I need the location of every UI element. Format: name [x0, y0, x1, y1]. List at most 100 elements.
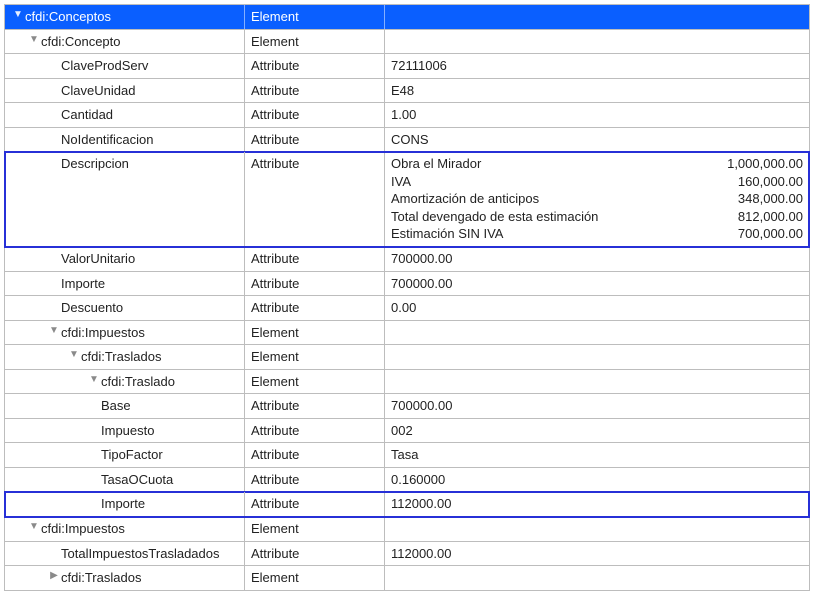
- chevron-down-icon[interactable]: ▼: [89, 373, 99, 386]
- xml-tree-table[interactable]: ▼cfdi:ConceptosElement▼cfdi:ConceptoElem…: [4, 4, 810, 591]
- tree-row-descripcion[interactable]: ▼Descripcion Attribute Obra el Mirador1,00…: [5, 152, 809, 247]
- tree-cell-type: Attribute: [245, 272, 385, 296]
- tree-cell-type: Attribute: [245, 394, 385, 418]
- tree-row-imp_root[interactable]: ▼cfdi:ImpuestosElement: [5, 517, 809, 542]
- node-name: Cantidad: [61, 106, 113, 124]
- chevron-right-icon[interactable]: ▶: [49, 569, 59, 582]
- node-type: Element: [251, 348, 299, 366]
- tree-cell-type: Element: [245, 370, 385, 394]
- description-line: Obra el Mirador1,000,000.00: [391, 155, 803, 173]
- node-value: 700000.00: [391, 397, 452, 415]
- node-type: Attribute: [251, 471, 299, 489]
- tree-cell-value: CONS: [385, 128, 809, 152]
- node-value: 0.00: [391, 299, 416, 317]
- tree-cell-value: 700000.00: [385, 272, 809, 296]
- tree-row-totalimp[interactable]: ▼TotalImpuestosTrasladados Attribute 11200…: [5, 542, 809, 567]
- description-line: IVA160,000.00: [391, 173, 803, 191]
- node-value: 0.160000: [391, 471, 445, 489]
- tree-row-traslados_concepto[interactable]: ▼cfdi:Traslados Element: [5, 345, 809, 370]
- tree-row-conceptos[interactable]: ▼cfdi:ConceptosElement: [5, 5, 809, 30]
- tree-cell-type: Element: [245, 30, 385, 54]
- node-value: 112000.00: [391, 495, 452, 513]
- node-value: 112000.00: [391, 545, 452, 563]
- tree-row-cantidad[interactable]: ▼CantidadAttribute1.00: [5, 103, 809, 128]
- tree-cell-name[interactable]: ▼Impuesto: [5, 419, 245, 443]
- tree-row-descuento[interactable]: ▼DescuentoAttribute0.00: [5, 296, 809, 321]
- tree-cell-type: Attribute: [245, 419, 385, 443]
- tree-row-claveprodserv[interactable]: ▼ClaveProdServAttribute72111006: [5, 54, 809, 79]
- node-type: Attribute: [251, 131, 299, 149]
- chevron-down-icon[interactable]: ▼: [29, 33, 39, 46]
- tree-cell-name[interactable]: ▶cfdi:Traslados: [5, 566, 245, 590]
- node-type: Attribute: [251, 545, 299, 563]
- node-type: Attribute: [251, 155, 299, 173]
- tree-cell-name[interactable]: ▼Importe: [5, 492, 245, 516]
- tree-row-importe_concepto[interactable]: ▼Importe Attribute 700000.00: [5, 272, 809, 297]
- tree-cell-value: 112000.00: [385, 542, 809, 566]
- description-key: Obra el Mirador: [391, 155, 481, 173]
- tree-cell-name[interactable]: ▼ValorUnitario: [5, 247, 245, 271]
- tree-cell-name[interactable]: ▼cfdi:Traslados: [5, 345, 245, 369]
- tree-cell-name[interactable]: ▼Descripcion: [5, 152, 245, 246]
- tree-row-claveunidad[interactable]: ▼ClaveUnidadAttributeE48: [5, 79, 809, 104]
- tree-cell-name[interactable]: ▼Descuento: [5, 296, 245, 320]
- tree-cell-value: [385, 321, 809, 345]
- node-value: Tasa: [391, 446, 418, 464]
- tree-row-impuesto[interactable]: ▼ImpuestoAttribute002: [5, 419, 809, 444]
- tree-cell-type: Attribute: [245, 468, 385, 492]
- description-key: Total devengado de esta estimación: [391, 208, 598, 226]
- tree-cell-value: 1.00: [385, 103, 809, 127]
- tree-row-concepto[interactable]: ▼cfdi:ConceptoElement: [5, 30, 809, 55]
- chevron-down-icon[interactable]: ▼: [13, 8, 23, 21]
- tree-cell-value: 700000.00: [385, 394, 809, 418]
- tree-cell-name[interactable]: ▼cfdi:Conceptos: [5, 5, 245, 29]
- tree-row-traslado[interactable]: ▼cfdi:TrasladoElement: [5, 370, 809, 395]
- node-name: ClaveProdServ: [61, 57, 148, 75]
- tree-cell-name[interactable]: ▼TotalImpuestosTrasladados: [5, 542, 245, 566]
- node-type: Attribute: [251, 275, 299, 293]
- tree-cell-name[interactable]: ▼Cantidad: [5, 103, 245, 127]
- tree-cell-value: 72111006: [385, 54, 809, 78]
- tree-row-traslados_root[interactable]: ▶cfdi:TrasladosElement: [5, 566, 809, 591]
- tree-cell-type: Element: [245, 566, 385, 590]
- node-value: 700000.00: [391, 275, 452, 293]
- chevron-down-icon[interactable]: ▼: [49, 324, 59, 337]
- tree-row-importe_traslado[interactable]: ▼ImporteAttribute 112000.00: [5, 492, 809, 517]
- tree-row-valorunitario[interactable]: ▼ValorUnitarioAttribute700000.00: [5, 247, 809, 272]
- tree-cell-name[interactable]: ▼cfdi:Concepto: [5, 30, 245, 54]
- tree-cell-type: Attribute: [245, 492, 385, 516]
- node-type: Attribute: [251, 422, 299, 440]
- tree-cell-name[interactable]: ▼ClaveUnidad: [5, 79, 245, 103]
- node-name: Impuesto: [101, 422, 154, 440]
- tree-cell-name[interactable]: ▼ClaveProdServ: [5, 54, 245, 78]
- tree-cell-name[interactable]: ▼cfdi:Impuestos: [5, 517, 245, 541]
- chevron-down-icon[interactable]: ▼: [69, 348, 79, 361]
- description-line: Total devengado de esta estimación812,00…: [391, 208, 803, 226]
- node-name: cfdi:Traslados: [81, 348, 161, 366]
- tree-cell-name[interactable]: ▼cfdi:Impuestos: [5, 321, 245, 345]
- tree-row-imp_concepto[interactable]: ▼cfdi:ImpuestosElement: [5, 321, 809, 346]
- tree-cell-value: 0.00: [385, 296, 809, 320]
- tree-cell-name[interactable]: ▼cfdi:Traslado: [5, 370, 245, 394]
- node-value: 700000.00: [391, 250, 452, 268]
- tree-cell-type: Element: [245, 517, 385, 541]
- tree-cell-name[interactable]: ▼NoIdentificacion: [5, 128, 245, 152]
- tree-row-base[interactable]: ▼BaseAttribute 700000.00: [5, 394, 809, 419]
- tree-cell-value: [385, 345, 809, 369]
- tree-cell-name[interactable]: ▼Base: [5, 394, 245, 418]
- node-name: TotalImpuestosTrasladados: [61, 545, 220, 563]
- tree-row-noidentificacion[interactable]: ▼NoIdentificacion Attribute CONS: [5, 128, 809, 153]
- description-key: Amortización de anticipos: [391, 190, 539, 208]
- description-value: 348,000.00: [693, 190, 803, 208]
- chevron-down-icon[interactable]: ▼: [29, 520, 39, 533]
- description-block: Obra el Mirador1,000,000.00IVA160,000.00…: [391, 155, 803, 243]
- description-key: IVA: [391, 173, 411, 191]
- tree-row-tipofactor[interactable]: ▼TipoFactorAttribute Tasa: [5, 443, 809, 468]
- tree-cell-value: 700000.00: [385, 247, 809, 271]
- tree-cell-name[interactable]: ▼TipoFactor: [5, 443, 245, 467]
- tree-cell-value: Tasa: [385, 443, 809, 467]
- tree-cell-name[interactable]: ▼Importe: [5, 272, 245, 296]
- tree-cell-name[interactable]: ▼TasaOCuota: [5, 468, 245, 492]
- tree-row-tasaocuota[interactable]: ▼TasaOCuota Attribute 0.160000: [5, 468, 809, 493]
- tree-cell-type: Attribute: [245, 443, 385, 467]
